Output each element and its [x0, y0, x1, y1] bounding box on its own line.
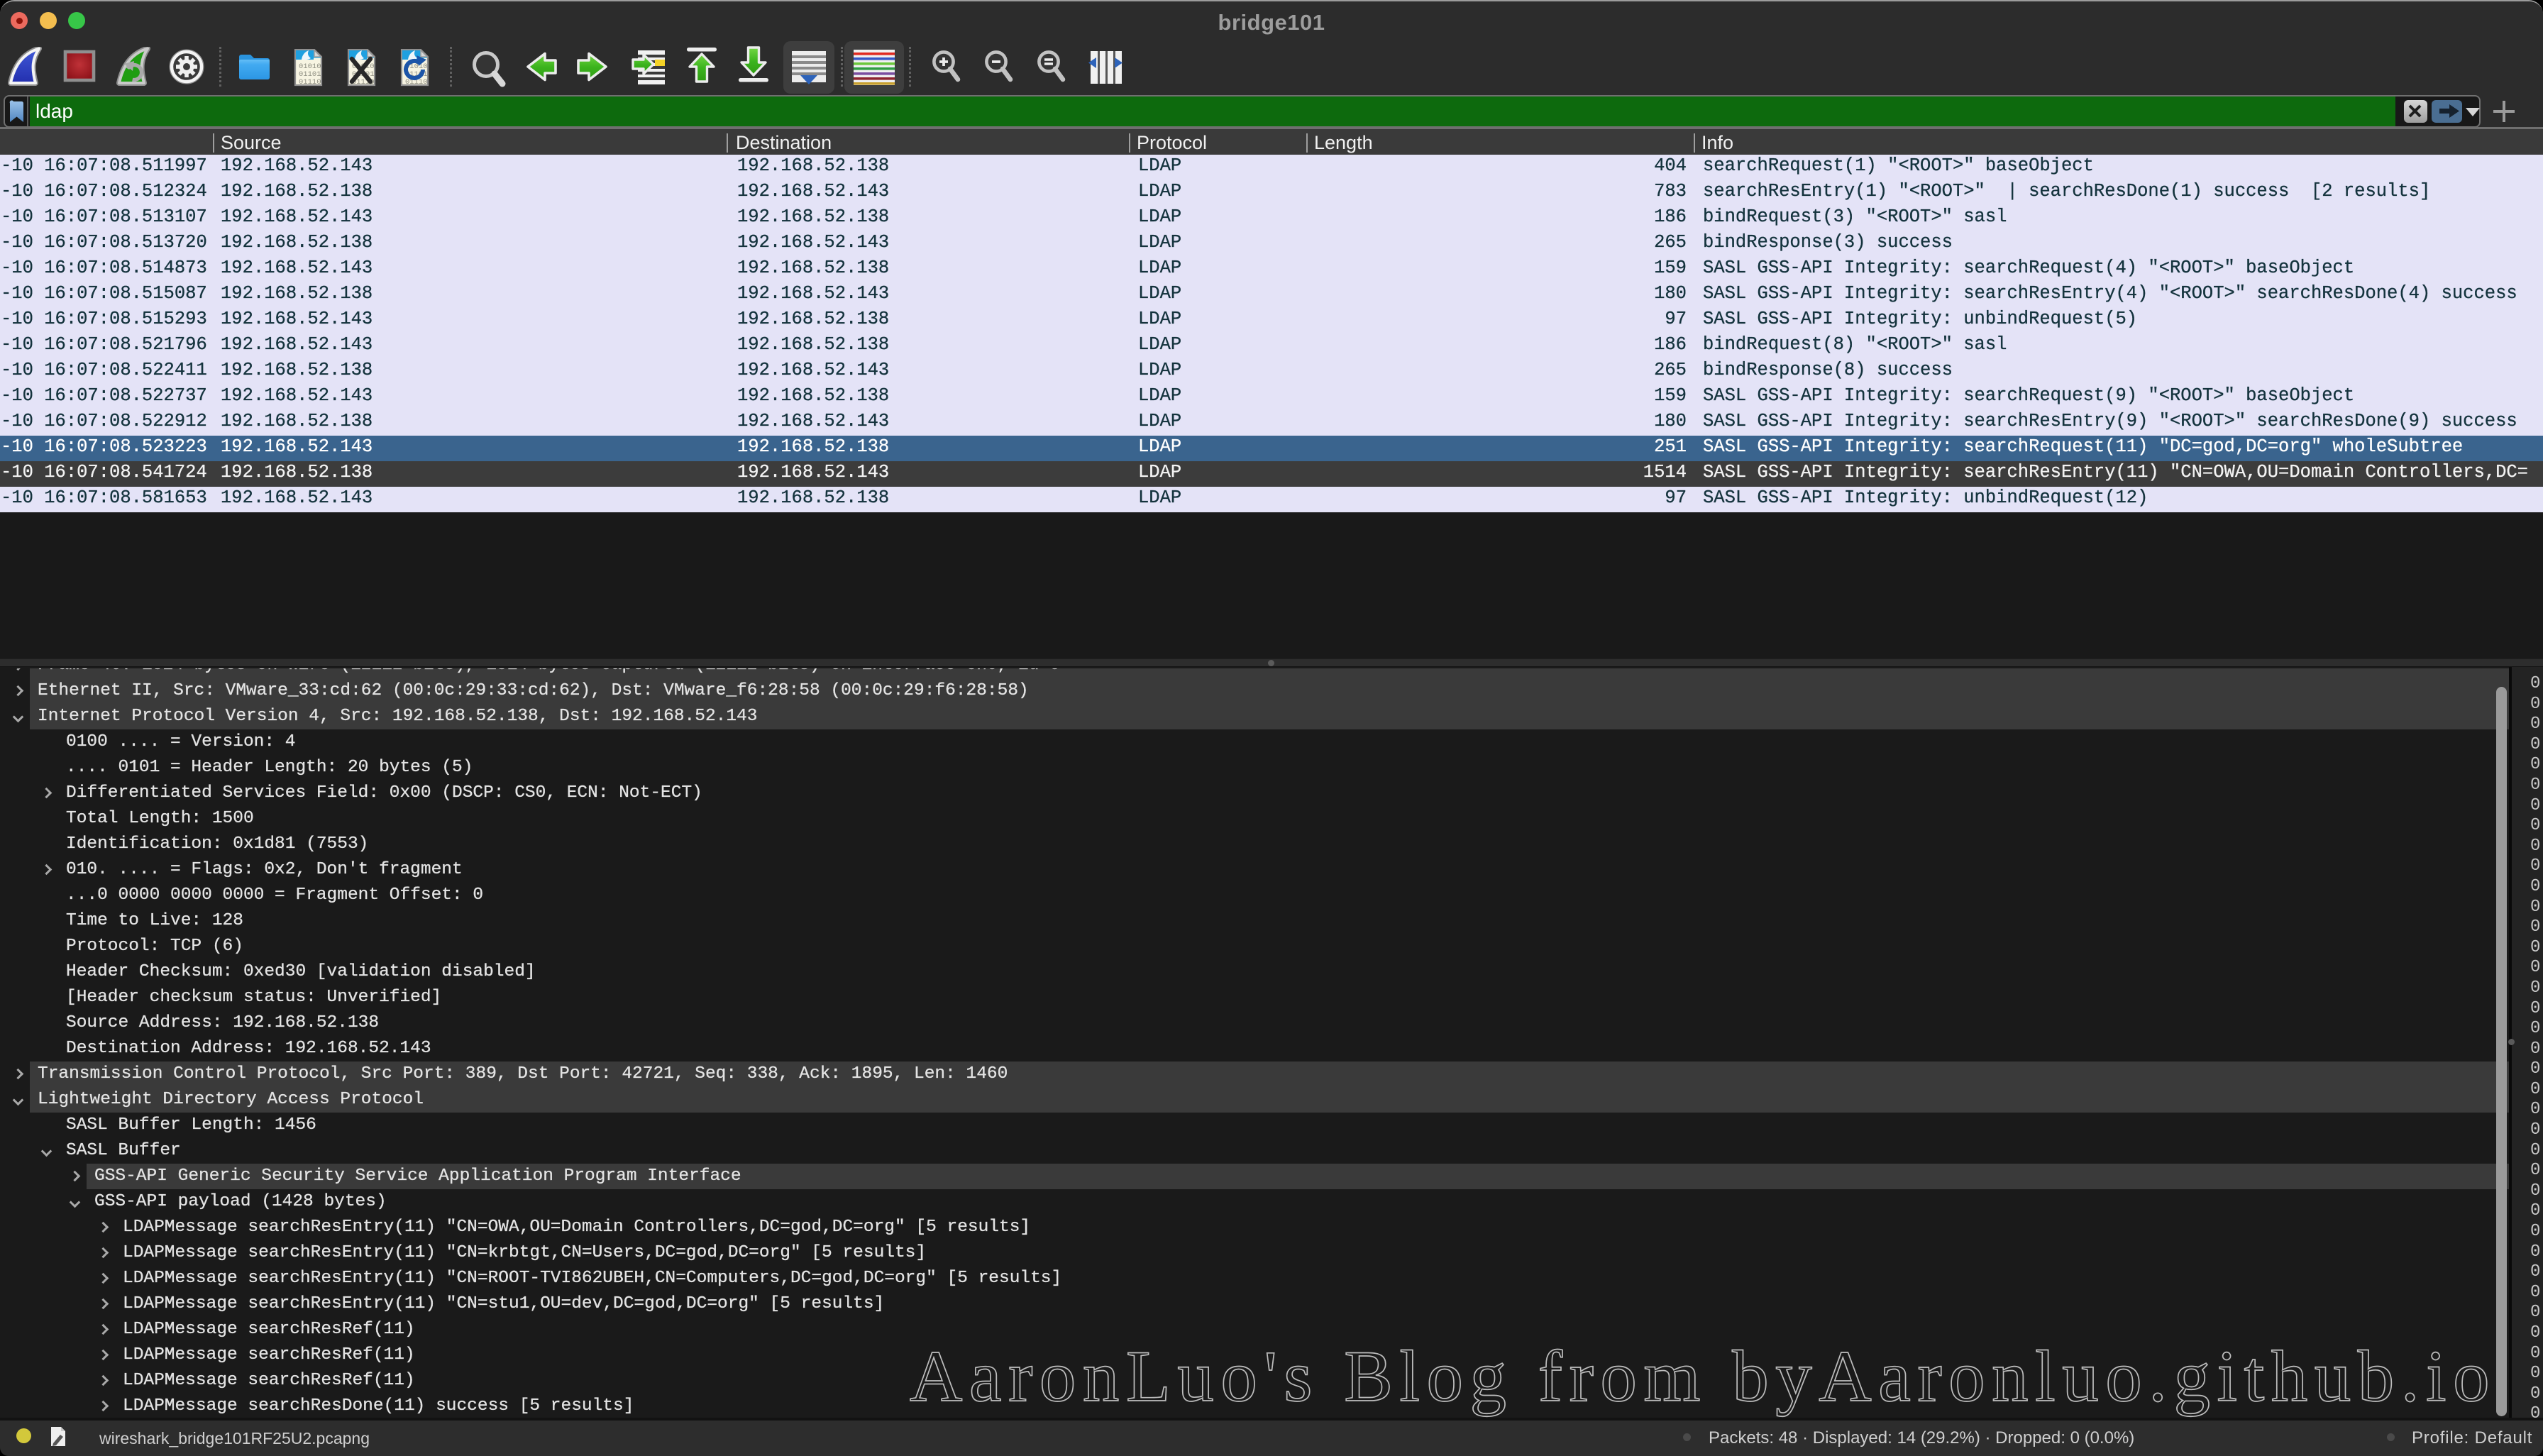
svg-text:01110: 01110 [299, 78, 321, 87]
